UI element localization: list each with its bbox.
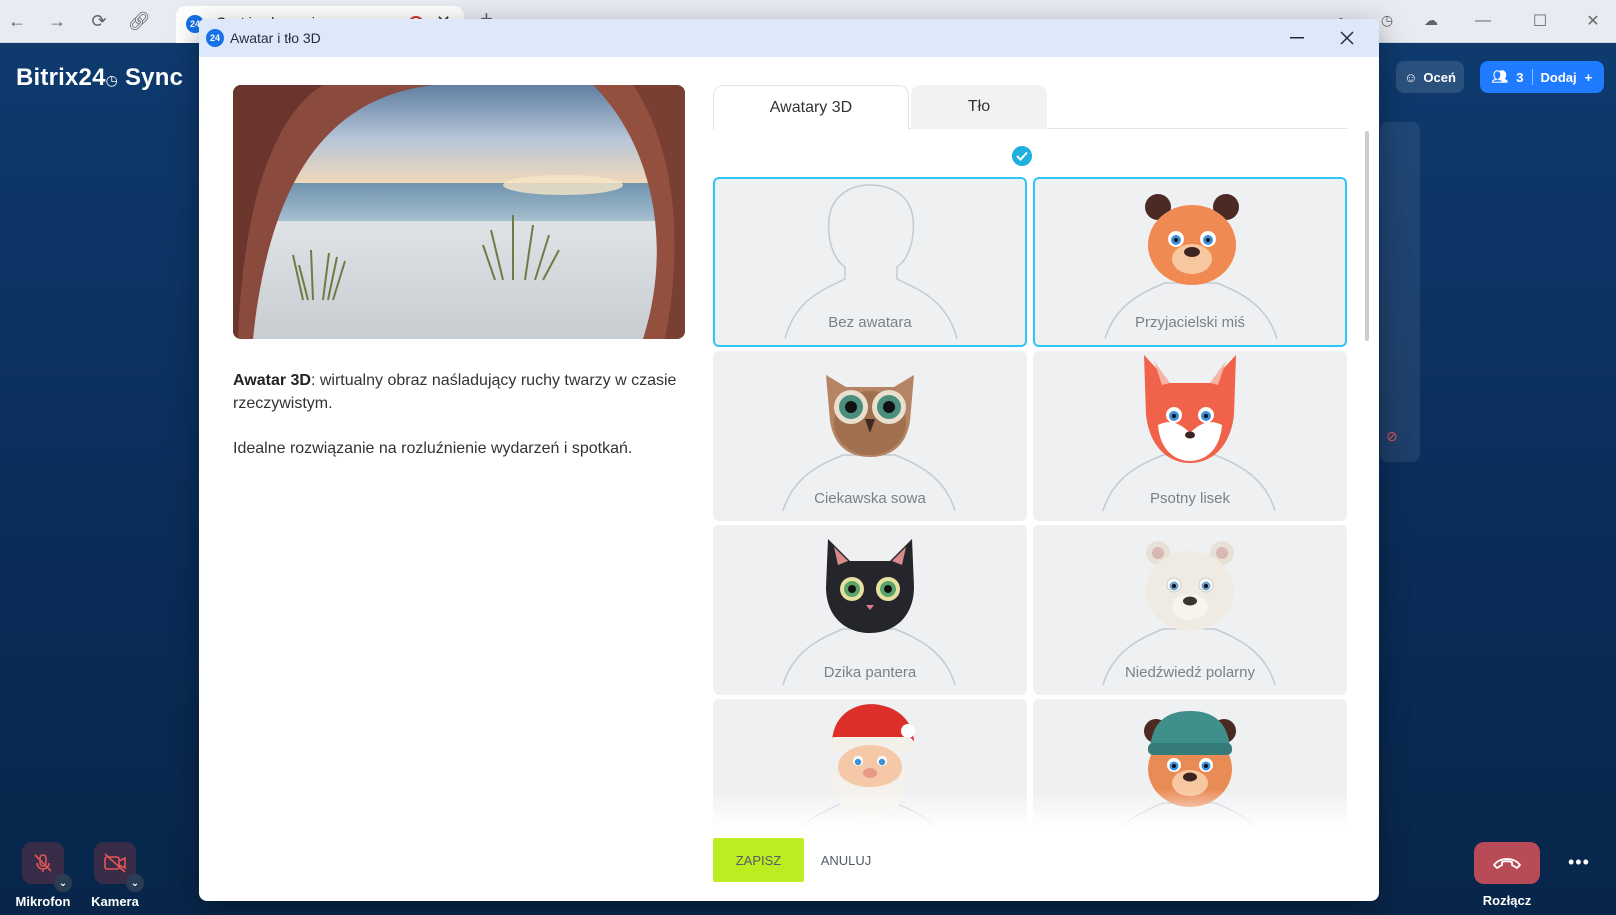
avatar-tabs: Awatary 3D Tło [713,85,1347,130]
owl-face-icon [826,375,914,457]
description-paragraph-1: Awatar 3D: wirtualny obraz naśladujący r… [233,372,677,412]
avatar-grid: Bez awatara Przyjacielski miś Ciekawska … [713,157,1349,829]
camera-off-icon[interactable]: ⌄ [94,842,144,892]
avatar-label: Przyjacielski miś [1134,314,1245,331]
avatar-card-curious-owl[interactable]: Ciekawska sowa [713,351,1027,521]
cancel-button[interactable]: ANULUJ [811,838,881,882]
camera-label: Kamera [91,894,139,909]
reload-icon[interactable]: ⟳ [86,8,112,34]
forward-icon[interactable]: → [44,8,70,34]
users-icon: 👥︎ [1491,69,1509,84]
window-maximize-icon[interactable]: ☐ [1520,6,1560,36]
avatar-label: Dzika pantera [823,664,917,681]
tab-3d-avatars[interactable]: Awatary 3D [713,85,909,130]
avatar-card-bear-beanie[interactable] [1033,699,1347,829]
participants-count: 3 [1516,69,1524,85]
avatar-card-friendly-bear[interactable]: Przyjacielski miś [1033,177,1347,347]
history-icon[interactable]: ◷ [1376,9,1398,31]
back-icon[interactable]: ← [4,8,30,34]
santa-face-icon [828,704,915,819]
save-button[interactable]: ZAPISZ [713,838,804,882]
avatar-card-none[interactable]: Bez awatara [713,177,1027,347]
background-preview-image [233,85,685,339]
avatar-card-mischievous-fox[interactable]: Psotny lisek [1033,351,1347,521]
modal-title: Awatar i tło 3D [230,30,321,46]
avatar-card-polar-bear[interactable]: Niedźwiedź polarny [1033,525,1347,695]
rate-icon: ☺ [1404,69,1418,85]
black-cat-face-icon [826,539,914,633]
avatar-grid-scrollbar[interactable] [1365,131,1369,341]
close-icon[interactable] [1333,26,1361,50]
avatar-card-wild-panther[interactable]: Dzika pantera [713,525,1027,695]
avatar-label: Niedźwiedź polarny [1124,664,1256,681]
cloud-icon[interactable]: ☁ [1420,9,1442,31]
avatar-label: Psotny lisek [1149,490,1231,507]
phone-hangup-icon [1493,858,1521,869]
avatar-description: Awatar 3D: wirtualny obraz naśladujący r… [233,369,685,482]
window-close-icon[interactable]: ✕ [1573,6,1613,36]
hangup-button[interactable] [1474,842,1540,884]
camera-control[interactable]: ⌄ Kamera [72,842,158,909]
avatar-modal: 24 Awatar i tło 3D Awatar 3D: wirtualny … [199,19,1379,901]
polar-bear-face-icon [1146,541,1234,631]
app-logo: Bitrix24◷ Sync [16,64,184,91]
tab-background[interactable]: Tło [911,85,1047,129]
minimize-icon[interactable] [1283,26,1311,50]
check-icon [1010,144,1034,168]
add-participants-button[interactable]: 👥︎ 3 Dodaj + [1480,61,1604,93]
bear-face-icon [1145,194,1239,285]
chevron-down-icon[interactable]: ⌄ [126,874,144,892]
window-minimize-icon[interactable]: — [1463,6,1503,36]
camera-off-icon: ⊘ [1386,428,1398,444]
avatar-label: Bez awatara [828,314,912,331]
hangup-label: Rozłącz [1482,893,1532,908]
participant-panel [1380,122,1420,462]
link-icon[interactable]: 🔗︎ [126,8,152,34]
fox-face-icon [1144,355,1236,463]
divider [1531,69,1533,85]
add-label: Dodaj [1540,69,1577,85]
modal-titlebar: 24 Awatar i tło 3D [199,19,1379,57]
bitrix-favicon-icon: 24 [206,29,224,47]
mic-off-icon[interactable]: ⌄ [22,842,72,892]
rate-button[interactable]: ☺ Oceń [1396,61,1464,93]
avatar-label: Ciekawska sowa [814,490,926,507]
description-paragraph-2: Idealne rozwiązanie na rozluźnienie wyda… [233,440,633,457]
avatar-card-santa[interactable] [713,699,1027,829]
bear-beanie-face-icon [1144,711,1236,807]
plus-icon: + [1584,69,1593,85]
more-icon[interactable]: ••• [1568,852,1590,873]
chevron-down-icon[interactable]: ⌄ [54,874,72,892]
